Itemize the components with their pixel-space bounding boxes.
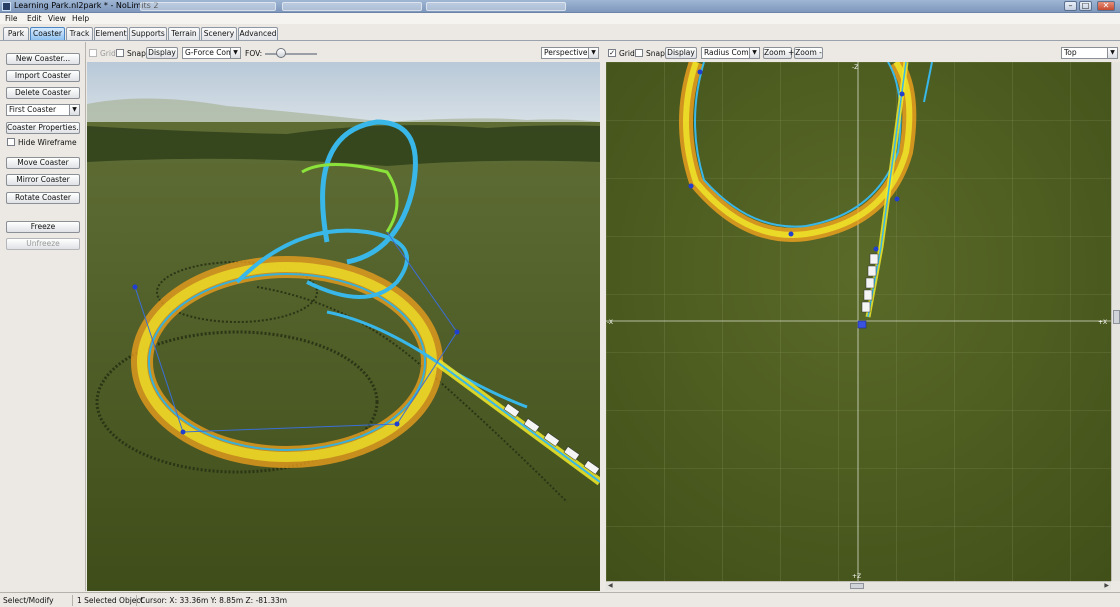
fov-label: FOV: — [245, 49, 263, 58]
zoom-in-button[interactable]: Zoom + — [763, 47, 794, 59]
menu-file[interactable]: File — [5, 14, 18, 23]
top-view-horizontal-scrollbar[interactable]: ◀ ▶ — [606, 581, 1111, 590]
chevron-down-icon: ▼ — [588, 48, 598, 58]
color-mode-value: Radius Comb — [704, 48, 754, 57]
top-view-toolbar: ✓ Grid Snap Display Radius Comb ▼ Zoom +… — [604, 45, 1120, 61]
scroll-right-icon[interactable]: ▶ — [1104, 582, 1109, 589]
status-mode: Select/Modify — [0, 595, 73, 606]
top-scene: -Z +Z -X +X — [606, 62, 1111, 581]
mirror-coaster-button[interactable]: Mirror Coaster — [6, 174, 80, 186]
snap-checkbox[interactable] — [116, 49, 124, 57]
coaster-select[interactable]: First Coaster ▼ — [6, 104, 80, 116]
tab-supports[interactable]: Supports — [129, 27, 167, 40]
fov-slider-thumb[interactable] — [275, 48, 286, 58]
menu-edit[interactable]: Edit — [27, 14, 42, 23]
projection-value: Top — [1064, 48, 1077, 57]
maximize-button[interactable]: □ — [1079, 1, 1092, 11]
coaster-properties-button[interactable]: Coaster Properties... — [6, 122, 80, 134]
move-coaster-button[interactable]: Move Coaster — [6, 157, 80, 169]
perspective-view-toolbar: Grid Snap Display G-Force Comb ▼ FOV: Pe… — [87, 45, 600, 61]
snap-label: Snap — [127, 49, 146, 58]
new-coaster-button[interactable]: New Coaster... — [6, 53, 80, 65]
fov-slider-track[interactable] — [265, 53, 317, 55]
axis-label-left: -X — [607, 319, 613, 326]
scroll-left-icon[interactable]: ◀ — [608, 582, 613, 589]
status-cursor: Cursor: X: 33.36m Y: 8.85m Z: -81.33m — [140, 596, 288, 605]
import-coaster-button[interactable]: Import Coaster — [6, 70, 80, 82]
top-viewport[interactable]: -Z +Z -X +X — [606, 62, 1111, 581]
menu-bar: File Edit View Help — [0, 13, 1120, 24]
color-mode-select[interactable]: G-Force Comb ▼ — [182, 47, 241, 59]
tab-scenery[interactable]: Scenery — [201, 27, 237, 40]
axis-label-bottom: +Z — [852, 573, 861, 580]
grid-label: Grid — [619, 49, 635, 58]
tab-advanced[interactable]: Advanced — [238, 27, 278, 40]
projection-value: Perspective — [544, 48, 588, 57]
grid-checkbox[interactable]: ✓ — [608, 49, 616, 57]
grid-label: Grid — [100, 49, 116, 58]
checkbox-box — [7, 138, 15, 146]
mode-tabs: Park Coaster Track Element Supports Terr… — [0, 24, 1120, 41]
status-bar: Select/Modify 1 Selected Object Cursor: … — [0, 592, 1120, 607]
grid-checkbox — [89, 49, 97, 57]
rotate-coaster-button[interactable]: Rotate Coaster — [6, 192, 80, 204]
window-title: Learning Park.nl2park * - NoLimits 2 — [14, 1, 159, 10]
axis-label-right: +X — [1098, 319, 1107, 326]
display-button[interactable]: Display — [665, 47, 697, 59]
tab-terrain[interactable]: Terrain — [168, 27, 200, 40]
chevron-down-icon: ▼ — [1107, 48, 1117, 58]
coaster-select-value: First Coaster — [9, 105, 57, 114]
menu-help[interactable]: Help — [72, 14, 89, 23]
minimize-button[interactable]: – — [1064, 1, 1077, 11]
scrollbar-thumb[interactable] — [850, 583, 864, 589]
tab-element[interactable]: Element — [94, 27, 128, 40]
close-button[interactable]: ✕ — [1097, 1, 1115, 11]
projection-select[interactable]: Top ▼ — [1061, 47, 1118, 59]
background-window-tab — [140, 2, 276, 11]
menu-view[interactable]: View — [48, 14, 66, 23]
freeze-button[interactable]: Freeze — [6, 221, 80, 233]
hide-wireframe-label: Hide Wireframe — [18, 138, 77, 147]
zoom-out-button[interactable]: Zoom - — [794, 47, 823, 59]
color-mode-select[interactable]: Radius Comb ▼ — [701, 47, 760, 59]
background-window-tab — [426, 2, 566, 11]
tab-park[interactable]: Park — [3, 27, 29, 40]
snap-label: Snap — [646, 49, 665, 58]
tab-track[interactable]: Track — [66, 27, 93, 40]
perspective-viewport[interactable] — [87, 62, 600, 591]
snap-checkbox[interactable] — [635, 49, 643, 57]
title-bar: Learning Park.nl2park * - NoLimits 2 – □… — [0, 0, 1120, 13]
app-icon — [2, 2, 11, 11]
scrollbar-thumb[interactable] — [1113, 310, 1120, 324]
chevron-down-icon: ▼ — [749, 48, 759, 58]
delete-coaster-button[interactable]: Delete Coaster — [6, 87, 80, 99]
hide-wireframe-checkbox[interactable]: Hide Wireframe — [7, 138, 77, 147]
coaster-sidebar: New Coaster... Import Coaster Delete Coa… — [0, 42, 86, 591]
unfreeze-button: Unfreeze — [6, 238, 80, 250]
perspective-scene — [87, 62, 600, 591]
display-button[interactable]: Display — [146, 47, 178, 59]
axis-label-top: -Z — [852, 64, 858, 71]
status-selection: 1 Selected Object — [74, 595, 143, 606]
projection-select[interactable]: Perspective ▼ — [541, 47, 599, 59]
background-window-tab — [282, 2, 422, 11]
top-view-vertical-scrollbar[interactable] — [1111, 62, 1120, 581]
chevron-down-icon: ▼ — [69, 105, 79, 115]
tab-coaster[interactable]: Coaster — [30, 27, 65, 40]
chevron-down-icon: ▼ — [230, 48, 240, 58]
